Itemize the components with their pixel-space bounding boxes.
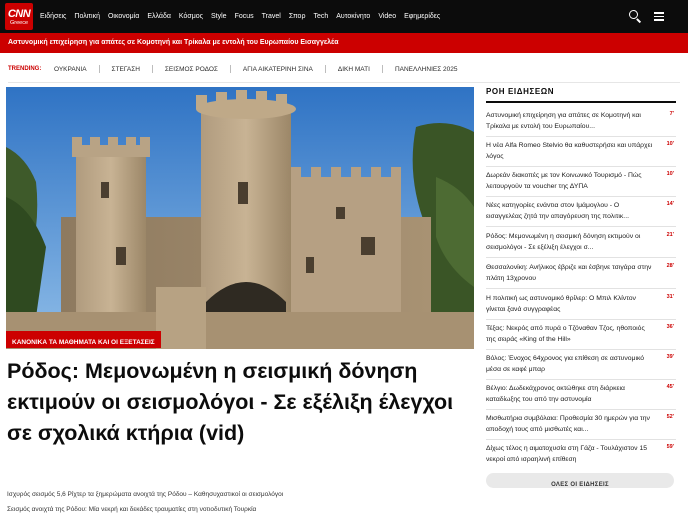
news-feed-item-text[interactable]: Δίχως τέλος η αιματοχυσία στη Γάζα - Του… <box>486 443 654 465</box>
news-feed-item-text[interactable]: Μισθωτήρια συμβόλαια: Προθεσμία 30 ημερώ… <box>486 413 654 435</box>
news-feed-item-time: 45' <box>666 384 674 390</box>
nav-item-tech[interactable]: Tech <box>313 13 328 20</box>
logo-text: CNN <box>7 8 31 20</box>
news-feed-item-text[interactable]: Ρόδος: Μεμονωμένη η σεισμική δόνηση εκτι… <box>486 231 654 253</box>
news-feed-divider <box>486 319 676 320</box>
news-feed-divider <box>486 379 676 380</box>
nav-item-focus[interactable]: Focus <box>235 13 254 20</box>
news-feed-item-time: 52' <box>666 414 674 420</box>
news-feed-title: ΡΟΗ ΕΙΔΗΣΕΩΝ <box>486 87 555 96</box>
news-feed-item-time: 36' <box>666 324 674 330</box>
trending-item[interactable]: ΔΙΚΗ ΜΑΤΙ <box>326 66 382 73</box>
news-feed-item-text[interactable]: Αστυνομική επιχείρηση για απάτες σε Κομο… <box>486 110 654 132</box>
related-link[interactable]: Σεισμός ανοιχτά της Ρόδου: Μία νεκρή και… <box>7 506 256 513</box>
hero-image[interactable] <box>6 87 474 349</box>
breaking-news-bar[interactable]: Αστυνομική επιχείρηση για απάτες σε Κομο… <box>0 33 688 53</box>
news-feed-item-time: 39' <box>666 354 674 360</box>
trending-item[interactable]: ΑΓΙΑ ΑΙΚΑΤΕΡΙΝΗ ΣΙΝΑ <box>231 66 325 73</box>
nav-item-video[interactable]: Video <box>378 13 396 20</box>
news-feed-item-time: 21' <box>666 232 674 238</box>
trending-label: TRENDING: <box>8 66 42 72</box>
breaking-news-text[interactable]: Αστυνομική επιχείρηση για απάτες σε Κομο… <box>8 39 339 46</box>
category-tag[interactable]: ΚΑΝΟΝΙΚΑ ΤΑ ΜΑΘΗΜΑΤΑ ΚΑΙ ΟΙ ΕΞΕΤΑΣΕΙΣ <box>6 331 161 348</box>
nav-item-greece[interactable]: Ελλάδα <box>147 13 171 20</box>
main-headline[interactable]: Ρόδος: Μεμονωμένη η σεισμική δόνηση εκτι… <box>7 356 472 449</box>
nav-item-news[interactable]: Ειδήσεις <box>40 13 66 20</box>
news-feed-item-text[interactable]: Η πολιτική ως αστυνομικό θρίλερ: Ο Μπιλ … <box>486 293 654 315</box>
news-feed-item-time: 14' <box>666 201 674 207</box>
news-feed-item-time: 10' <box>666 171 674 177</box>
nav-item-style[interactable]: Style <box>211 13 227 20</box>
news-feed-rule <box>486 101 676 103</box>
news-feed-divider <box>486 226 676 227</box>
trending-item[interactable]: ΣΕΙΣΜΟΣ ΡΟΔΟΣ <box>153 66 230 73</box>
all-news-button-label[interactable]: ΟΛΕΣ ΟΙ ΕΙΔΗΣΕΙΣ <box>551 482 609 488</box>
logo-edition: Greece <box>9 20 29 26</box>
related-link[interactable]: Ισχυρός σεισμός 5,6 Ρίχτερ τα ξημερώματα… <box>7 491 283 498</box>
nav-item-auto[interactable]: Αυτοκίνητο <box>336 13 370 20</box>
news-feed-divider <box>486 409 676 410</box>
news-feed-item-time: 31' <box>666 294 674 300</box>
news-feed-item-text[interactable]: Τέξας: Νεκρός από πυρά ο Τζόναθαν Τζος, … <box>486 323 654 345</box>
nav-item-sports[interactable]: Σπορ <box>289 13 306 20</box>
nav-item-economy[interactable]: Οικονομία <box>108 13 139 20</box>
nav-item-politics[interactable]: Πολιτική <box>74 13 100 20</box>
news-feed-item-text[interactable]: Θεσσαλονίκη: Ανήλικος έβριζε και έσβηνε … <box>486 262 654 284</box>
trending-items: ΟΥΚΡΑΝΙΑ ΣΤΕΓΑΣΗ ΣΕΙΣΜΟΣ ΡΟΔΟΣ ΑΓΙΑ ΑΙΚΑ… <box>50 65 470 73</box>
news-feed-divider <box>486 257 676 258</box>
nav-item-world[interactable]: Κόσμος <box>179 13 203 20</box>
trending-item[interactable]: ΣΤΕΓΑΣΗ <box>100 66 152 73</box>
news-feed-item-time: 10' <box>666 141 674 147</box>
news-feed-item-text[interactable]: Νέες κατηγορίες ενάντια στον Ιμάμογλου -… <box>486 200 654 222</box>
news-feed-item-text[interactable]: Δωρεάν διακοπές με τον Κοινωνικό Τουρισμ… <box>486 170 654 192</box>
news-feed-item-time: 7' <box>669 111 674 117</box>
news-feed-item-time: 59' <box>666 444 674 450</box>
news-feed-divider <box>486 439 676 440</box>
news-feed-divider <box>486 166 676 167</box>
search-icon[interactable] <box>628 9 642 23</box>
cnn-greece-logo[interactable]: CNN Greece <box>5 3 33 30</box>
news-feed-item-text[interactable]: Βέλγιο: Δωδεκάχρονος οκτώθηκε στη διάρκε… <box>486 383 654 405</box>
news-feed-divider <box>486 349 676 350</box>
trending-item[interactable]: ΟΥΚΡΑΝΙΑ <box>50 66 99 73</box>
news-feed-item-text[interactable]: Βόλος: Ένοχος 64χρονος για επίθεση σε ασ… <box>486 353 654 375</box>
news-feed-divider <box>486 196 676 197</box>
nav-item-newspapers[interactable]: Εφημερίδες <box>404 13 440 20</box>
category-tag-label[interactable]: ΚΑΝΟΝΙΚΑ ΤΑ ΜΑΘΗΜΑΤΑ ΚΑΙ ΟΙ ΕΞΕΤΑΣΕΙΣ <box>12 339 155 346</box>
news-feed-divider <box>486 136 676 137</box>
menu-icon[interactable] <box>653 9 667 23</box>
trending-item[interactable]: ΠΑΝΕΛΛΗΝΙΕΣ 2025 <box>383 66 470 73</box>
all-news-button[interactable]: ΟΛΕΣ ΟΙ ΕΙΔΗΣΕΙΣ <box>486 473 674 488</box>
news-feed-divider <box>486 288 676 289</box>
news-feed-item-time: 28' <box>666 263 674 269</box>
main-nav: Ειδήσεις Πολιτική Οικονομία Ελλάδα Κόσμο… <box>40 0 440 33</box>
news-feed-item-text[interactable]: Η νέα Alfa Romeo Stelvio θα καθυστερήσει… <box>486 140 654 162</box>
trending-bar: TRENDING: ΟΥΚΡΑΝΙΑ ΣΤΕΓΑΣΗ ΣΕΙΣΜΟΣ ΡΟΔΟΣ… <box>0 58 688 82</box>
nav-item-travel[interactable]: Travel <box>262 13 281 20</box>
top-nav-bar: CNN Greece Ειδήσεις Πολιτική Οικονομία Ε… <box>0 0 688 33</box>
trending-divider-line <box>8 82 680 83</box>
